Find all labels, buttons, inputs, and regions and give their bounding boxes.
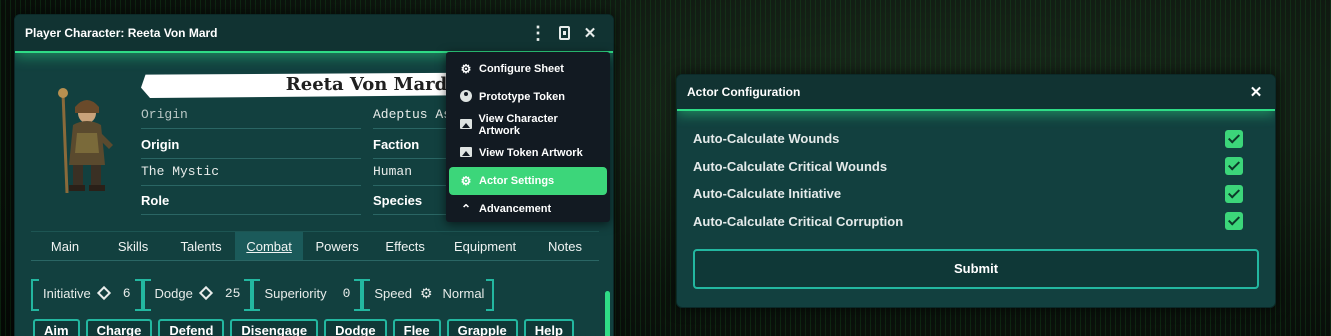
submit-button[interactable]: Submit — [693, 249, 1259, 289]
initiative-value: 6 — [122, 285, 131, 301]
menu-item-label: Actor Settings — [479, 175, 555, 187]
image-icon — [459, 146, 473, 160]
d20-icon[interactable] — [198, 285, 213, 301]
auto-calc-wounds-checkbox[interactable] — [1225, 129, 1243, 148]
character-portrait[interactable] — [43, 83, 133, 198]
actor-configuration-dialog: Actor Configuration ✕ Auto-Calculate Wou… — [676, 74, 1276, 308]
menu-item-configure-sheet[interactable]: ⚙ Configure Sheet — [449, 55, 607, 83]
auto-calc-initiative-checkbox[interactable] — [1225, 184, 1243, 203]
option-row: Auto-Calculate Critical Corruption — [693, 208, 1259, 236]
speed-label: Speed — [374, 285, 412, 301]
grapple-button[interactable]: Grapple — [446, 319, 518, 336]
menu-item-label: View Character Artwork — [478, 113, 558, 137]
option-row: Auto-Calculate Critical Wounds — [693, 153, 1259, 181]
option-row: Auto-Calculate Initiative — [693, 180, 1259, 208]
option-label: Auto-Calculate Critical Wounds — [693, 158, 888, 174]
auto-calc-critical-corruption-checkbox[interactable] — [1225, 212, 1243, 231]
speed-value: Normal — [442, 285, 485, 301]
character-figure-image — [43, 83, 133, 198]
dodge-value: 25 — [224, 285, 241, 301]
scrollbar[interactable] — [605, 291, 610, 336]
user-circle-icon — [459, 89, 473, 105]
origin-label: Origin — [141, 131, 361, 159]
chevron-up-icon: ⌃ — [460, 202, 472, 216]
dodge-button[interactable]: Dodge — [324, 319, 387, 336]
close-icon[interactable]: ✕ — [577, 24, 603, 42]
menu-item-label: Configure Sheet — [479, 63, 564, 75]
sheet-title: Player Character: Reeta Von Mard — [25, 26, 218, 40]
origin-detail-value[interactable]: The Mystic — [141, 158, 361, 186]
initiative-label: Initiative — [43, 285, 91, 301]
auto-calc-critical-wounds-checkbox[interactable] — [1225, 157, 1243, 176]
tab-main[interactable]: Main — [31, 232, 99, 260]
menu-item-actor-settings[interactable]: ⚙ Actor Settings — [449, 167, 607, 195]
menu-item-label: Advancement — [479, 203, 552, 215]
tab-talents[interactable]: Talents — [167, 232, 235, 260]
disengage-button[interactable]: Disengage — [230, 319, 319, 336]
option-label: Auto-Calculate Wounds — [693, 131, 840, 147]
menu-item-prototype-token[interactable]: Prototype Token — [449, 83, 607, 111]
superiority-stat[interactable]: Superiority 0 — [252, 279, 363, 311]
option-row: Auto-Calculate Wounds — [693, 125, 1259, 153]
sheet-context-menu: ⚙ Configure Sheet Prototype Token View C… — [446, 52, 610, 222]
d20-icon[interactable] — [96, 285, 111, 301]
sheet-header[interactable]: Player Character: Reeta Von Mard ⋮ ✕ — [15, 15, 613, 53]
gear-icon: ⚙ — [460, 62, 472, 76]
tab-effects[interactable]: Effects — [371, 232, 439, 260]
superiority-value: 0 — [342, 285, 351, 301]
defend-button[interactable]: Defend — [158, 319, 225, 336]
sheet-tabs: Main Skills Talents Combat Powers Effect… — [31, 231, 599, 261]
menu-item-view-token-artwork[interactable]: View Token Artwork — [449, 139, 607, 167]
combat-actions-row: Aim Charge Defend Disengage Dodge Flee G… — [33, 319, 574, 336]
menu-item-label: View Token Artwork — [479, 147, 583, 159]
option-label: Auto-Calculate Critical Corruption — [693, 213, 904, 229]
tab-skills[interactable]: Skills — [99, 232, 167, 260]
origin-value[interactable]: Origin — [141, 101, 361, 129]
close-icon[interactable]: ✕ — [1247, 83, 1265, 101]
menu-item-advancement[interactable]: ⌃ Advancement — [449, 195, 607, 223]
image-icon — [459, 118, 472, 132]
gear-icon: ⚙ — [460, 174, 472, 188]
aim-button[interactable]: Aim — [33, 319, 80, 336]
flee-button[interactable]: Flee — [392, 319, 441, 336]
dialog-body: Auto-Calculate Wounds Auto-Calculate Cri… — [677, 111, 1275, 289]
vertical-dots-icon[interactable]: ⋮ — [525, 24, 551, 42]
tab-equipment[interactable]: Equipment — [439, 232, 531, 260]
help-button[interactable]: Help — [523, 319, 574, 336]
tab-powers[interactable]: Powers — [303, 232, 371, 260]
menu-item-view-character-artwork[interactable]: View Character Artwork — [449, 111, 607, 139]
menu-item-label: Prototype Token — [479, 91, 565, 103]
tab-notes[interactable]: Notes — [531, 232, 599, 260]
charge-button[interactable]: Charge — [85, 319, 153, 336]
dodge-stat[interactable]: Dodge 25 — [142, 279, 253, 311]
role-label: Role — [141, 187, 361, 215]
dialog-header[interactable]: Actor Configuration ✕ — [677, 75, 1275, 111]
superiority-label: Superiority — [264, 285, 327, 301]
dodge-label: Dodge — [154, 285, 193, 301]
journal-icon[interactable] — [551, 24, 577, 42]
dialog-title: Actor Configuration — [687, 85, 801, 99]
initiative-stat[interactable]: Initiative 6 — [31, 279, 143, 311]
gear-icon[interactable]: ⚙ — [420, 285, 433, 302]
option-label: Auto-Calculate Initiative — [693, 186, 842, 202]
combat-stats-row: Initiative 6 Dodge 25 Superiority 0 Spee… — [31, 279, 599, 311]
tab-combat[interactable]: Combat — [235, 232, 304, 260]
speed-stat[interactable]: Speed ⚙ Normal — [362, 279, 495, 311]
